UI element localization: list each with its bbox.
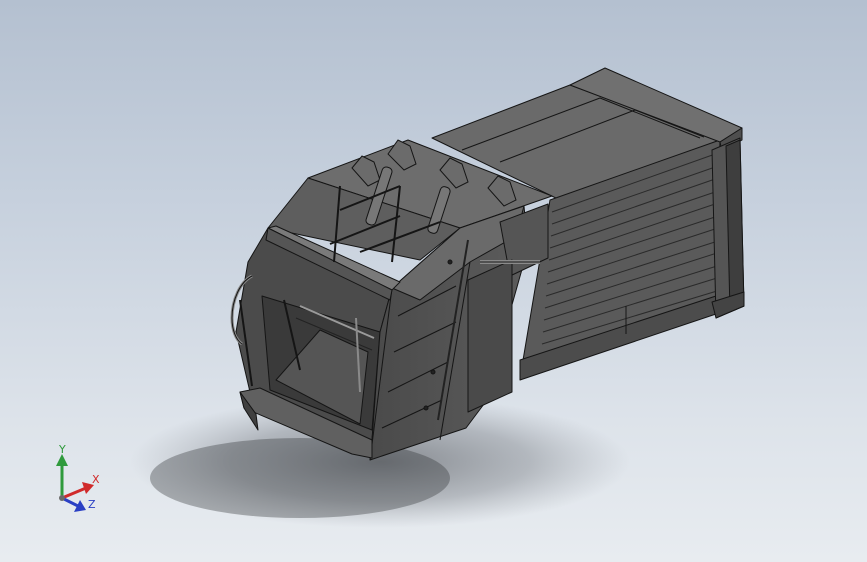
orientation-triad[interactable]: Y X Z <box>44 440 108 520</box>
model-view[interactable] <box>0 0 867 562</box>
floor-shadow-core <box>150 438 450 518</box>
z-axis-label: Z <box>88 498 96 511</box>
y-axis-label: Y <box>59 443 66 456</box>
triad-origin <box>59 495 65 501</box>
x-axis-label: X <box>92 473 100 486</box>
cad-viewport[interactable]: Y X Z <box>0 0 867 562</box>
x-axis-line <box>61 486 87 500</box>
side-bracket-face <box>467 259 513 413</box>
